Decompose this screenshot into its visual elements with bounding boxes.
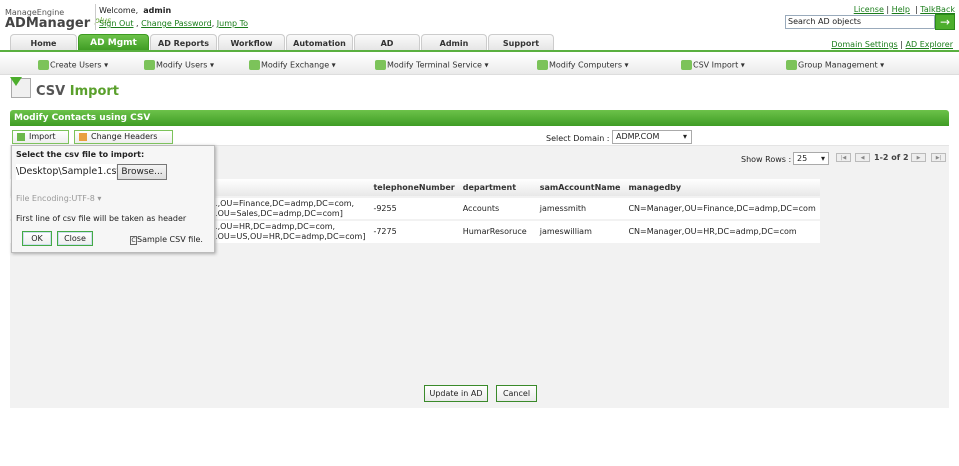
help-link[interactable]: Help xyxy=(892,5,910,14)
ok-button[interactable]: OK xyxy=(22,231,52,246)
import-icon xyxy=(17,132,25,141)
csv-icon xyxy=(681,60,692,70)
browse-button[interactable]: Browse... xyxy=(117,164,167,180)
change-headers-button[interactable]: Change Headers xyxy=(74,130,173,144)
computer-icon xyxy=(537,60,548,70)
menu-modify-terminal-service[interactable]: Modify Terminal Service ▾ xyxy=(375,60,489,70)
column-header: managedby xyxy=(624,179,820,197)
license-link[interactable]: License xyxy=(854,5,884,14)
edit-icon xyxy=(79,132,87,141)
page-title: CSV Import xyxy=(36,84,119,99)
tab-ad-delegation[interactable]: AD Delegation xyxy=(354,34,420,65)
submenu-bar: Create Users ▾ Modify Users ▾ Modify Exc… xyxy=(0,54,959,75)
cell: jamessmith xyxy=(535,196,625,220)
panel-toolbar: Import Change Headers xyxy=(10,126,949,146)
tab-automation[interactable]: Automation xyxy=(286,34,353,51)
menu-modify-users[interactable]: Modify Users ▾ xyxy=(144,60,214,70)
welcome-text: Welcome, admin xyxy=(99,6,172,15)
cell: CN=Manager,OU=Finance,DC=admp,DC=com xyxy=(624,196,820,220)
group-icon xyxy=(786,60,797,70)
tab-ad-mgmt[interactable]: AD Mgmt xyxy=(78,34,149,51)
menu-csv-import[interactable]: CSV Import ▾ xyxy=(681,60,745,70)
tab-underline xyxy=(0,50,959,52)
page-info: 1-2 of 2 xyxy=(874,153,909,162)
menu-modify-computers[interactable]: Modify Computers ▾ xyxy=(537,60,629,70)
domain-settings-link[interactable]: Domain Settings xyxy=(831,40,897,49)
csv-import-icon xyxy=(10,77,31,98)
tab-admin[interactable]: Admin xyxy=(421,34,487,51)
menu-modify-exchange[interactable]: Modify Exchange ▾ xyxy=(249,60,336,70)
tab-support[interactable]: Support xyxy=(488,34,554,51)
sample-csv-link[interactable]: CSample CSV file. xyxy=(130,235,203,245)
cell: HumarResoruce xyxy=(458,219,536,243)
file-input[interactable]: \Desktop\Sample1.csv xyxy=(16,164,122,180)
cell: Accounts xyxy=(458,196,536,220)
select-domain-label: Select Domain : xyxy=(546,134,610,143)
right-links: Domain Settings | AD Explorer xyxy=(831,40,953,49)
show-rows-label: Show Rows : xyxy=(741,155,792,164)
rows-select[interactable]: 25 ▾ xyxy=(793,152,829,165)
jump-to-link[interactable]: Jump To xyxy=(217,19,248,28)
column-header: telephoneNumber xyxy=(369,179,459,197)
file-encoding-select[interactable]: File Encoding:UTF-8 ▾ xyxy=(16,194,101,203)
cell: jameswilliam xyxy=(535,219,625,243)
sign-out-link[interactable]: Sign Out xyxy=(99,19,134,28)
select-file-label: Select the csv file to import: xyxy=(16,150,145,159)
tab-workflow[interactable]: Workflow xyxy=(218,34,285,51)
column-header: samAccountName xyxy=(535,179,625,197)
search-go-icon[interactable]: → xyxy=(935,14,955,30)
prev-page-button[interactable]: ◀ xyxy=(855,153,870,162)
domain-select[interactable]: ADMP.COM ▾ xyxy=(612,130,692,144)
talkback-link[interactable]: TalkBack xyxy=(920,5,955,14)
menu-create-users[interactable]: Create Users ▾ xyxy=(38,60,108,70)
menu-group-management[interactable]: Group Management ▾ xyxy=(786,60,884,70)
users-icon xyxy=(38,60,49,70)
column-header: department xyxy=(458,179,536,197)
users-icon xyxy=(144,60,155,70)
update-in-ad-button[interactable]: Update in AD xyxy=(424,385,488,402)
csv-file-icon: C xyxy=(130,236,137,245)
change-password-link[interactable]: Change Password xyxy=(141,19,212,28)
terminal-icon xyxy=(375,60,386,70)
next-page-button[interactable]: ▶ xyxy=(911,153,926,162)
cell: CN=Manager,OU=HR,DC=admp,DC=com xyxy=(624,219,820,243)
exchange-icon xyxy=(249,60,260,70)
main-tabs: Home AD Mgmt AD Reports Workflow Automat… xyxy=(10,34,555,65)
divider xyxy=(95,4,96,30)
cancel-button[interactable]: Cancel xyxy=(496,385,537,402)
import-popup: Select the csv file to import: \Desktop\… xyxy=(11,145,215,253)
cell: -7275 xyxy=(369,219,459,243)
tab-home[interactable]: Home xyxy=(10,34,77,51)
close-button[interactable]: Close xyxy=(57,231,93,246)
ad-explorer-link[interactable]: AD Explorer xyxy=(906,40,953,49)
import-button[interactable]: Import xyxy=(12,130,69,144)
cell: -9255 xyxy=(369,196,459,220)
panel-title: Modify Contacts using CSV xyxy=(10,110,949,126)
header-note: First line of csv file will be taken as … xyxy=(16,214,187,223)
last-page-button[interactable]: ▶| xyxy=(931,153,946,162)
first-page-button[interactable]: |◀ xyxy=(836,153,851,162)
tab-ad-reports[interactable]: AD Reports xyxy=(150,34,217,51)
user-links: Sign Out , Change Password, Jump To xyxy=(99,19,249,28)
search-input[interactable]: Search AD objects xyxy=(785,15,935,29)
top-links: License | Help | TalkBack xyxy=(853,5,955,14)
